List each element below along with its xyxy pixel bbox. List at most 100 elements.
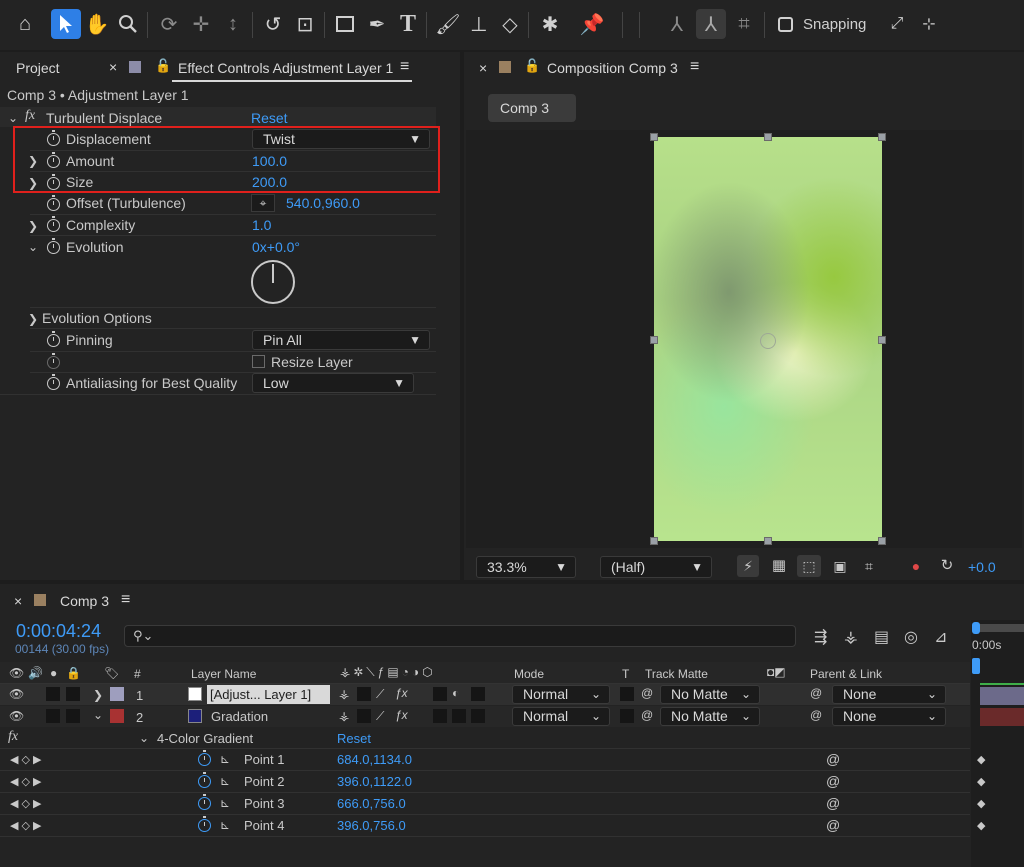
transparency-grid-icon[interactable]: ▦ — [768, 555, 790, 577]
mask-path-icon[interactable]: ⬚ — [797, 555, 821, 577]
layer-1-duration-bar[interactable] — [980, 687, 1024, 705]
rectangle-tool-icon[interactable] — [330, 9, 360, 39]
transform-handle[interactable] — [764, 537, 772, 545]
offset-value[interactable]: 540.0,960.0 — [286, 195, 360, 211]
channel-color-icon[interactable]: ● — [906, 555, 926, 577]
shy-switch-icon[interactable]: ⚶ — [339, 709, 349, 723]
playhead-icon[interactable] — [972, 658, 980, 674]
pickwhip-icon[interactable]: @ — [641, 708, 653, 722]
lock-icon[interactable]: 🔓 — [155, 58, 171, 74]
stopwatch-icon[interactable] — [47, 331, 60, 347]
expand-chevron-icon[interactable]: ❯ — [93, 688, 103, 702]
snap-extend-icon[interactable]: ⊹ — [914, 9, 944, 39]
stopwatch-icon[interactable] — [47, 374, 60, 390]
spiral-pickwhip-icon[interactable]: @ — [826, 817, 840, 833]
evolution-dial[interactable] — [251, 260, 295, 304]
rotation-tool-icon[interactable]: ↺ — [258, 9, 288, 39]
frame-blend-switch[interactable] — [433, 709, 447, 723]
switches-column-icon[interactable]: ⚶✲⟍ƒ▤◔◑⬡ — [340, 665, 436, 680]
world-axis-icon[interactable]: ⅄ — [696, 9, 726, 39]
layer-2-duration-bar[interactable] — [980, 708, 1024, 726]
point-value[interactable]: 396.0,1122.0 — [337, 774, 412, 789]
eraser-tool-icon[interactable]: ◇ — [495, 9, 525, 39]
timeline-effect-reset[interactable]: Reset — [337, 731, 371, 746]
close-tab-icon[interactable]: × — [109, 59, 117, 75]
lock-column-icon[interactable]: 🔒 — [66, 666, 81, 680]
tab-effect-controls[interactable]: Effect Controls Adjustment Layer 1 — [178, 60, 393, 76]
effect-reset-link[interactable]: Reset — [251, 110, 288, 126]
motion-blur-icon[interactable]: ◎ — [904, 627, 918, 647]
anchor-point-icon[interactable] — [760, 333, 776, 349]
transform-handle[interactable] — [650, 336, 658, 344]
panel-menu-icon[interactable]: ≡ — [400, 58, 409, 76]
fx-icon[interactable]: fx — [8, 729, 18, 745]
label-color-swatch[interactable] — [110, 709, 124, 723]
transform-handle[interactable] — [878, 133, 886, 141]
label-column-icon[interactable]: 🏷 — [104, 666, 119, 680]
solo-icon[interactable]: ● — [50, 666, 57, 680]
brush-tool-icon[interactable]: 🖌 — [433, 9, 463, 39]
close-tab-icon[interactable]: × — [479, 60, 487, 76]
collapse-chevron-icon[interactable]: ⌄ — [93, 708, 103, 722]
keyframe-icon[interactable]: ◆ — [977, 775, 985, 788]
view-axis-icon[interactable]: ⌗ — [729, 9, 759, 39]
parent-pickwhip-icon[interactable]: @ — [810, 686, 822, 700]
pinning-dropdown[interactable]: Pin All ▼ — [252, 330, 430, 350]
keyframe-nav-icon[interactable]: ◀ ◇ ▶ — [10, 819, 42, 832]
label-color-swatch[interactable] — [110, 687, 124, 701]
spiral-pickwhip-icon[interactable]: @ — [826, 773, 840, 789]
complexity-value[interactable]: 1.0 — [252, 217, 271, 233]
point-value[interactable]: 684.0,1134.0 — [337, 752, 412, 767]
evolution-options-label[interactable]: Evolution Options — [42, 310, 152, 326]
timeline-effect-name[interactable]: 4-Color Gradient — [157, 731, 253, 746]
parent-dropdown[interactable]: None ⌄ — [832, 707, 946, 726]
selection-tool-icon[interactable] — [51, 9, 81, 39]
table-row[interactable]: 👁 ⌄ 2 Gradation ⚶ ⟋ ƒx Normal ⌄ @ No Matt… — [0, 706, 970, 727]
stopwatch-icon[interactable] — [198, 816, 211, 832]
point-value[interactable]: 666.0,756.0 — [337, 796, 406, 811]
stopwatch-icon[interactable] — [47, 195, 60, 211]
frame-blending-icon[interactable]: ▤ — [874, 627, 889, 647]
solo-toggle[interactable] — [46, 709, 60, 723]
transform-handle[interactable] — [878, 336, 886, 344]
roto-brush-tool-icon[interactable]: ✱ — [535, 9, 565, 39]
quality-switch-icon[interactable]: ⟋ — [376, 709, 384, 724]
keyframe-nav-icon[interactable]: ◀ ◇ ▶ — [10, 775, 42, 788]
keyframe-nav-icon[interactable]: ◀ ◇ ▶ — [10, 753, 42, 766]
effect-collapse-chevron-icon[interactable]: ⌄ — [8, 111, 18, 125]
transform-handle[interactable] — [764, 133, 772, 141]
exposure-value[interactable]: +0.0 — [968, 559, 996, 575]
graph-icon[interactable]: ⊾ — [220, 752, 230, 766]
puppet-pin-tool-icon[interactable]: 📌 — [577, 9, 607, 39]
audio-toggle-icon[interactable]: 🔊 — [28, 666, 43, 680]
layer-name-field[interactable]: [Adjust... Layer 1] — [207, 685, 330, 704]
graph-icon[interactable]: ⊾ — [220, 818, 230, 832]
eye-icon[interactable]: 👁 — [9, 687, 24, 701]
expand-chevron-icon[interactable]: ❯ — [28, 219, 38, 233]
mode-dropdown[interactable]: Normal ⌄ — [512, 707, 610, 726]
work-area-bar[interactable] — [978, 624, 1024, 632]
collapse-chevron-icon[interactable]: ⌄ — [139, 731, 149, 745]
hand-tool-icon[interactable]: ✋ — [82, 9, 112, 39]
3d-layer-switch[interactable] — [471, 709, 485, 723]
tab-project[interactable]: Project — [16, 60, 60, 76]
adjustment-layer-icon[interactable]: ◐ — [452, 686, 459, 700]
spiral-pickwhip-icon[interactable]: @ — [826, 751, 840, 767]
dolly-camera-icon[interactable]: ↕ — [218, 9, 248, 39]
lock-toggle[interactable] — [66, 709, 80, 723]
timeline-search-input[interactable]: ⚲⌄ — [124, 625, 796, 647]
matte-switch-icon[interactable]: ◘◩ — [767, 665, 786, 679]
evolution-value[interactable]: 0x+0.0° — [252, 239, 300, 255]
pickwhip-icon[interactable]: @ — [641, 686, 653, 700]
keyframe-icon[interactable]: ◆ — [977, 797, 985, 810]
panel-menu-icon[interactable]: ≡ — [690, 58, 699, 76]
composition-flowchart-icon[interactable]: ⇶ — [814, 627, 827, 647]
region-of-interest-icon[interactable]: ▣ — [829, 555, 851, 577]
frame-blend-switch[interactable] — [433, 687, 447, 701]
solo-toggle[interactable] — [46, 687, 60, 701]
collapse-switch[interactable] — [357, 709, 371, 723]
orbit-camera-icon[interactable]: ⟳ — [154, 9, 184, 39]
shy-switch-icon[interactable]: ⚶ — [339, 687, 349, 701]
video-toggle-icon[interactable]: 👁 — [9, 666, 24, 680]
type-tool-icon[interactable]: T — [393, 9, 423, 39]
